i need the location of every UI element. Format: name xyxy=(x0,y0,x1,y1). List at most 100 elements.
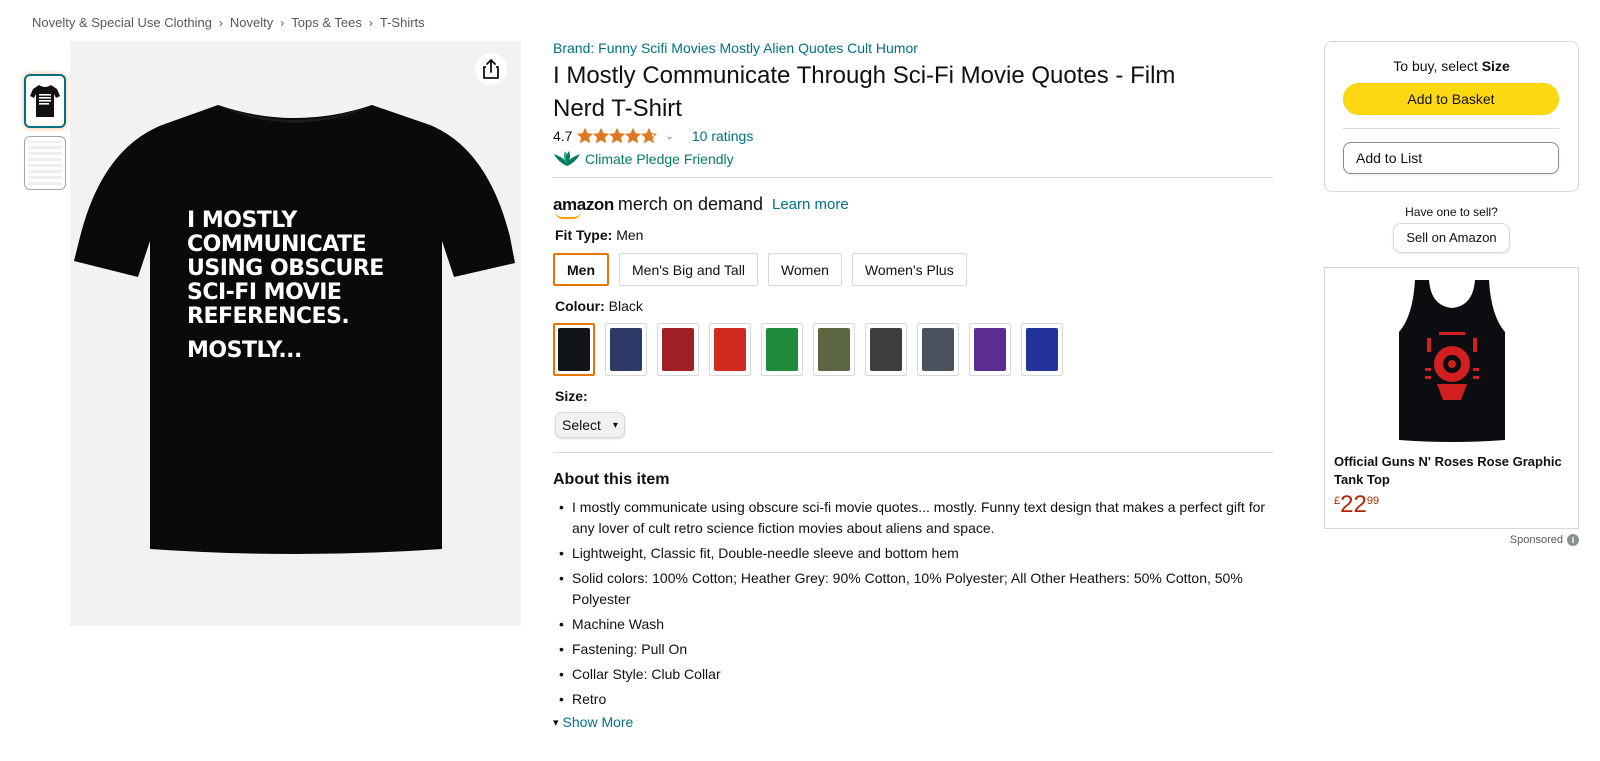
add-to-basket-button[interactable]: Add to Basket xyxy=(1343,83,1559,115)
colour-swatch[interactable] xyxy=(1021,323,1063,376)
shirt-text-line: USING OBSCURE xyxy=(187,256,384,281)
colour-label: Colour: xyxy=(555,298,605,314)
breadcrumb-novelty-special-use[interactable]: Novelty & Special Use Clothing xyxy=(32,15,212,30)
about-bullets: I mostly communicate using obscure sci-f… xyxy=(553,497,1273,710)
colour-swatch[interactable] xyxy=(813,323,855,376)
sell-on-amazon-block: Have one to sell? Sell on Amazon xyxy=(1324,205,1579,253)
breadcrumb-separator: › xyxy=(280,15,285,30)
list-item: Lightweight, Classic fit, Double-needle … xyxy=(553,543,1268,564)
size-label: Size: xyxy=(555,388,588,404)
list-item: Retro xyxy=(553,689,1268,710)
colour-chip xyxy=(922,328,954,371)
colour-chip xyxy=(714,328,746,371)
tank-top-image-icon xyxy=(1399,280,1505,442)
list-item: I mostly communicate using obscure sci-f… xyxy=(553,497,1268,539)
ad-product-image[interactable] xyxy=(1334,276,1570,444)
star-rating[interactable] xyxy=(577,128,658,144)
brand-link[interactable]: Brand: Funny Scifi Movies Mostly Alien Q… xyxy=(553,40,1273,56)
fit-type-label-row: Fit Type: Men xyxy=(555,227,1273,243)
colour-chip xyxy=(818,328,850,371)
colour-swatch[interactable] xyxy=(709,323,751,376)
colour-swatch[interactable] xyxy=(657,323,699,376)
thumbnail-size-chart[interactable] xyxy=(24,136,66,190)
main-product-image[interactable]: I MOSTLY COMMUNICATE USING OBSCURE SCI-F… xyxy=(70,41,521,626)
product-title: I Mostly Communicate Through Sci-Fi Movi… xyxy=(553,62,1176,122)
colour-chip xyxy=(766,328,798,371)
climate-pledge-leaf-icon xyxy=(554,151,580,166)
list-item: Solid colors: 100% Cotton; Heather Grey:… xyxy=(553,568,1268,610)
info-icon[interactable]: i xyxy=(1567,534,1579,546)
tshirt-thumbnail-icon xyxy=(30,85,60,117)
shirt-text-line: COMMUNICATE xyxy=(187,232,367,257)
buy-prompt: To buy, select Size xyxy=(1343,58,1560,74)
star-icon xyxy=(625,128,642,144)
colour-selected-value: Black xyxy=(608,298,643,314)
climate-pledge-badge[interactable]: Climate Pledge Friendly xyxy=(553,150,1273,168)
list-item: Machine Wash xyxy=(553,614,1268,635)
colour-swatch[interactable] xyxy=(917,323,959,376)
merch-on-demand-row: amazon merch on demand Learn more xyxy=(553,194,1273,219)
fit-option-women[interactable]: Women xyxy=(767,253,842,286)
colour-chip xyxy=(610,328,642,371)
ad-product-title[interactable]: Official Guns N' Roses Rose Graphic Tank… xyxy=(1334,453,1569,489)
list-item: Collar Style: Club Collar xyxy=(553,664,1268,685)
rating-value: 4.7 xyxy=(553,128,573,144)
thumbnail-shirt[interactable] xyxy=(24,74,66,128)
fit-type-label: Fit Type: xyxy=(555,227,613,243)
learn-more-link[interactable]: Learn more xyxy=(772,196,849,213)
colour-chip xyxy=(974,328,1006,371)
shirt-text-line: REFERENCES. xyxy=(187,304,350,329)
chevron-down-icon[interactable]: ⌄ xyxy=(665,131,673,142)
size-select-value: Select xyxy=(562,417,601,433)
list-item: Fastening: Pull On xyxy=(553,639,1268,660)
fit-type-selected-value: Men xyxy=(616,227,644,243)
divider xyxy=(553,177,1273,178)
share-icon xyxy=(483,59,499,79)
breadcrumb-novelty[interactable]: Novelty xyxy=(230,15,273,30)
ratings-count-link[interactable]: 10 ratings xyxy=(692,128,753,144)
amazon-logo-text: amazon xyxy=(553,195,614,219)
fit-option-mens-big-and-tall[interactable]: Men's Big and Tall xyxy=(619,253,758,286)
star-icon xyxy=(577,128,594,144)
buy-box: To buy, select Size Add to Basket Add to… xyxy=(1324,41,1579,192)
colour-swatches xyxy=(553,323,1273,376)
colour-swatch[interactable] xyxy=(969,323,1011,376)
colour-chip xyxy=(1026,328,1058,371)
breadcrumb: Novelty & Special Use Clothing › Novelty… xyxy=(32,15,425,30)
breadcrumb-t-shirts[interactable]: T-Shirts xyxy=(380,15,425,30)
colour-label-row: Colour: Black xyxy=(555,298,1273,314)
shirt-text-line: I MOSTLY xyxy=(187,208,297,233)
merch-on-demand-text: merch on demand xyxy=(617,194,763,214)
colour-swatch[interactable] xyxy=(761,323,803,376)
breadcrumb-separator: › xyxy=(368,15,373,30)
rating-row: 4.7 ⌄ 10 ratings xyxy=(553,128,1273,144)
sponsored-ad-card[interactable]: Official Guns N' Roses Rose Graphic Tank… xyxy=(1324,267,1579,529)
ad-price-whole: 22 xyxy=(1340,491,1367,518)
colour-swatch[interactable] xyxy=(605,323,647,376)
sponsored-label: Sponsored i xyxy=(1324,534,1579,546)
size-select[interactable]: Select ▾ xyxy=(555,412,625,438)
star-icon xyxy=(641,128,658,144)
chevron-down-icon: ▾ xyxy=(612,419,618,431)
shirt-text-tagline: MOSTLY... xyxy=(187,338,302,363)
fit-type-options: Men Men's Big and Tall Women Women's Plu… xyxy=(553,253,1273,286)
share-button[interactable] xyxy=(475,53,507,85)
ad-price: £ 22 99 xyxy=(1334,492,1569,518)
show-more-link[interactable]: ▾ Show More xyxy=(553,714,1273,730)
merch-on-demand-logo: amazon merch on demand xyxy=(553,194,763,219)
colour-swatch[interactable] xyxy=(553,323,595,376)
size-chart-thumbnail-icon xyxy=(28,141,62,185)
add-to-list-button[interactable]: Add to List xyxy=(1343,142,1559,174)
colour-swatch[interactable] xyxy=(865,323,907,376)
shirt-text-line: SCI-FI MOVIE xyxy=(187,280,342,305)
show-more-label: Show More xyxy=(562,714,634,730)
breadcrumb-tops-tees[interactable]: Tops & Tees xyxy=(291,15,362,30)
fit-option-womens-plus[interactable]: Women's Plus xyxy=(851,253,967,286)
image-thumbnails xyxy=(24,74,66,198)
divider xyxy=(553,452,1273,453)
sell-on-amazon-button[interactable]: Sell on Amazon xyxy=(1393,223,1510,253)
ad-price-fraction: 99 xyxy=(1366,495,1380,507)
colour-chip xyxy=(558,328,590,371)
fit-option-men[interactable]: Men xyxy=(553,253,609,286)
shirt-print-text: I MOSTLY COMMUNICATE USING OBSCURE SCI-F… xyxy=(187,209,427,363)
